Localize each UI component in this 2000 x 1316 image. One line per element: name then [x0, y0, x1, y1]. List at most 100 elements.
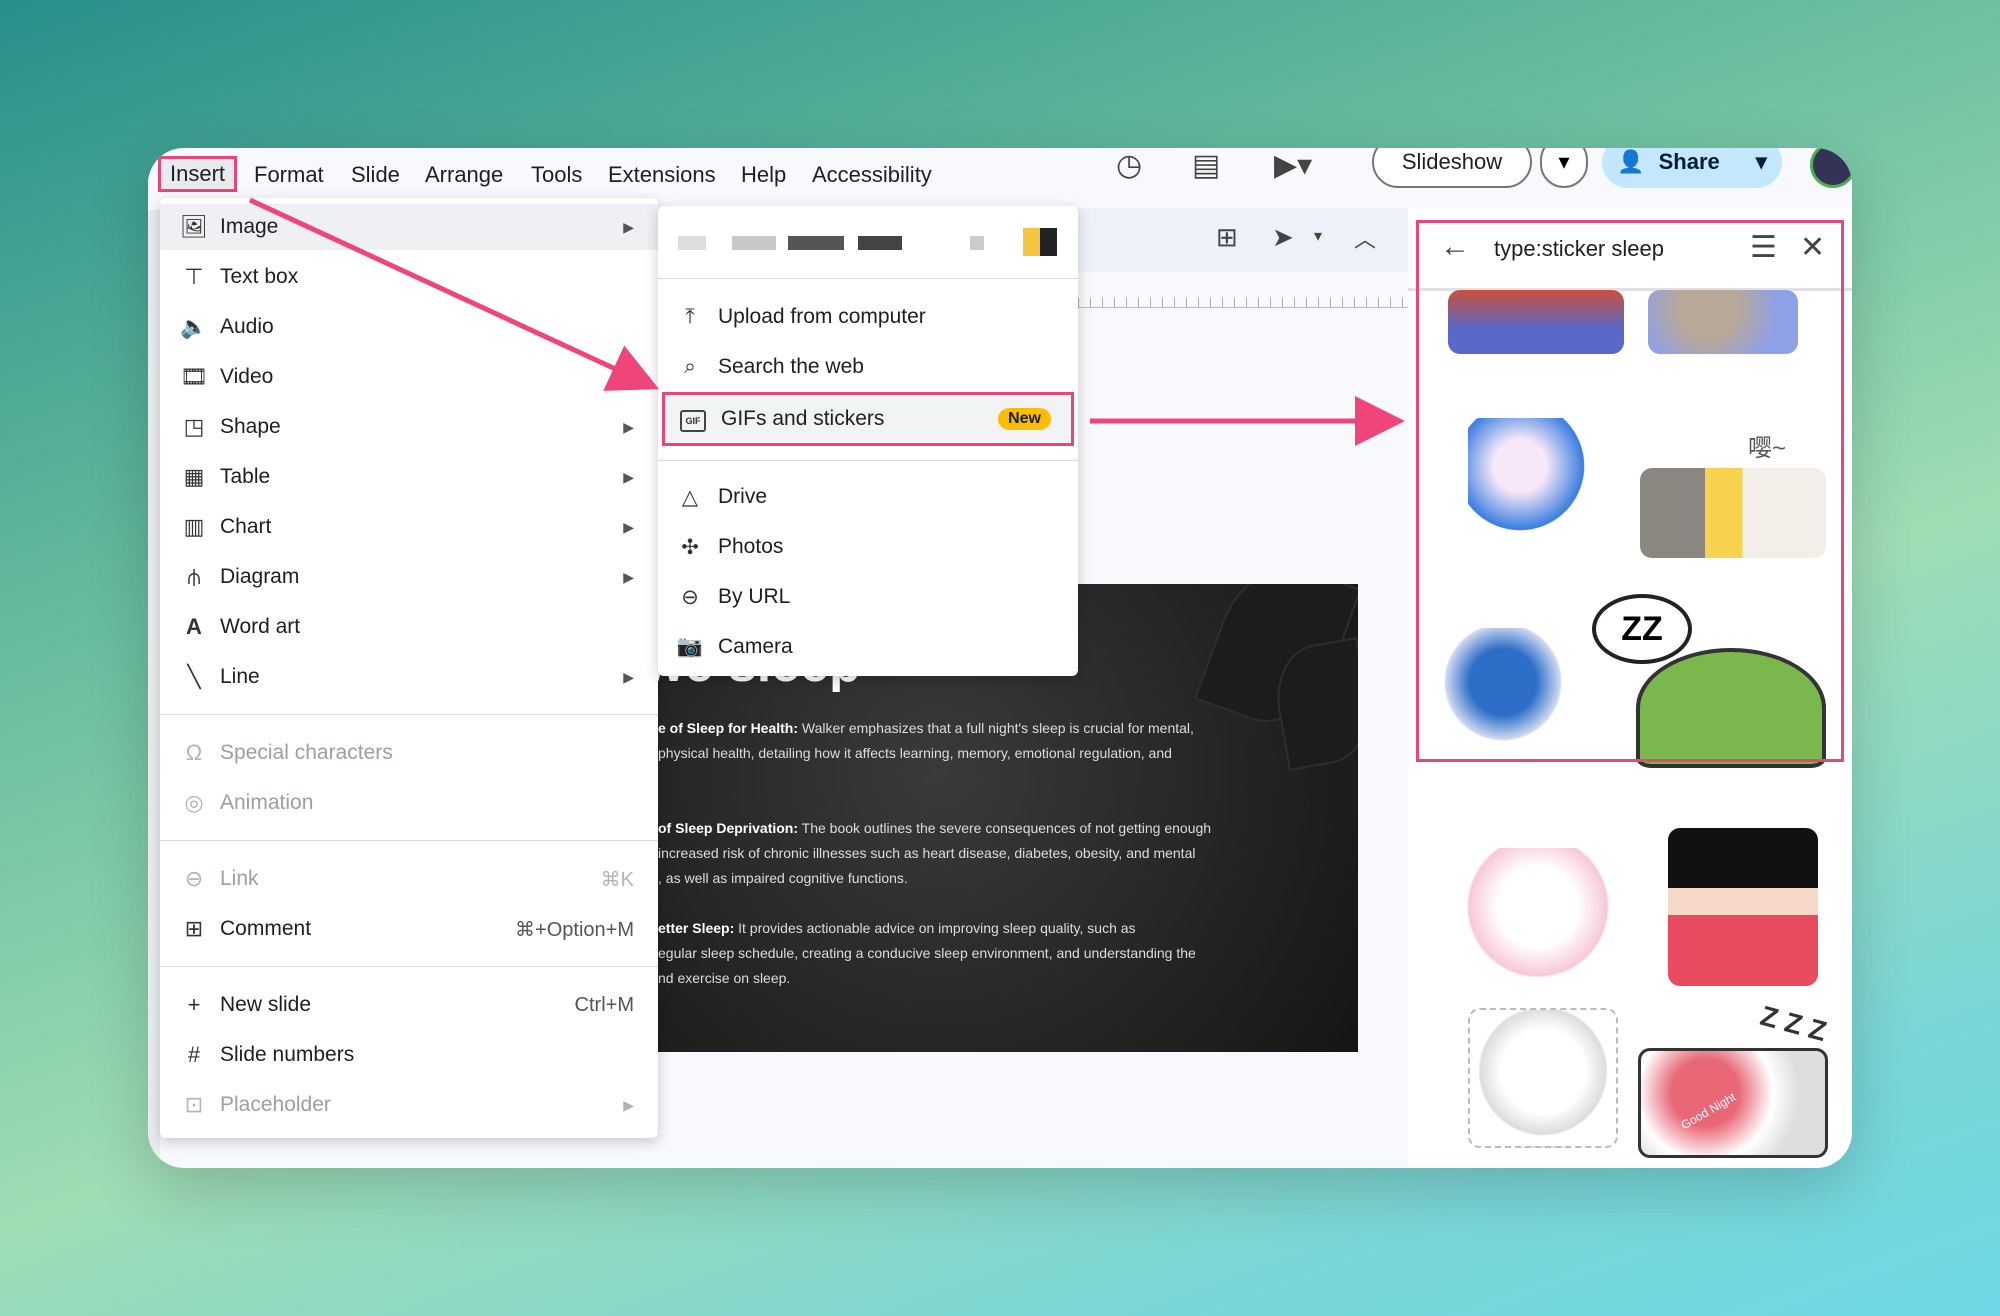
- link-icon: ⊖: [184, 866, 204, 891]
- recent-image-thumb[interactable]: [732, 236, 776, 250]
- app-window: Insert Format Slide Arrange Tools Extens…: [148, 148, 1852, 1168]
- menu-accessibility[interactable]: Accessibility: [812, 162, 932, 188]
- menu-item-line[interactable]: ╲ Line ▶: [160, 654, 658, 700]
- recent-image-thumb[interactable]: [1023, 228, 1057, 256]
- menu-item-comment[interactable]: ⊞ Comment ⌘+Option+M: [160, 906, 658, 952]
- menu-divider: [658, 278, 1078, 279]
- submenu-arrow-icon: ▶: [623, 518, 634, 535]
- gif-icon: GIF: [679, 406, 707, 432]
- collapse-toolbar-icon[interactable]: ︿: [1354, 222, 1376, 254]
- person-add-icon: 👤: [1617, 149, 1645, 174]
- meet-icon[interactable]: ▶▾: [1274, 148, 1312, 183]
- image-submenu: ⤒ Upload from computer ⌕ Search the web GI…: [658, 206, 1078, 676]
- upload-icon: ⤒: [685, 305, 695, 328]
- menu-divider: [160, 840, 658, 841]
- text-box-icon: ⊤: [184, 264, 204, 289]
- menu-item-animation[interactable]: ◎ Animation: [160, 780, 658, 826]
- share-button[interactable]: 👤 Share ▾: [1602, 148, 1782, 188]
- select-cursor-icon[interactable]: ➤: [1272, 222, 1294, 253]
- image-icon: 🖼: [180, 214, 208, 239]
- comment-icon: ⊞: [184, 916, 204, 941]
- submenu-arrow-icon: ▶: [623, 668, 634, 685]
- sticker-thumbnail[interactable]: [1448, 848, 1628, 978]
- chart-icon: ▥: [183, 514, 205, 539]
- history-icon[interactable]: ◷: [1116, 148, 1142, 183]
- insert-menu: 🖼 Image ▶ ⊤ Text box 🔈 Audio 🎞 Video ◳ Shape ▶ …: [160, 198, 658, 1138]
- filmstrip-edge: [148, 210, 160, 1168]
- menu-item-search-web[interactable]: ⌕ Search the web: [658, 344, 1078, 390]
- submenu-arrow-icon: ▶: [623, 218, 634, 235]
- submenu-arrow-icon: ▶: [623, 468, 634, 485]
- menu-item-gifs-stickers[interactable]: GIF GIFs and stickers New: [662, 392, 1074, 446]
- menu-item-shape[interactable]: ◳ Shape ▶: [160, 404, 658, 450]
- menu-item-new-slide[interactable]: + New slide Ctrl+M: [160, 982, 658, 1028]
- recent-image-thumb[interactable]: [858, 236, 902, 250]
- menu-item-drive[interactable]: △ Drive: [658, 474, 1078, 520]
- menu-item-image[interactable]: 🖼 Image ▶: [160, 204, 658, 250]
- menu-help[interactable]: Help: [741, 162, 786, 188]
- menu-item-audio[interactable]: 🔈 Audio: [160, 304, 658, 350]
- slide-paragraph: etter Sleep: It provides actionable advi…: [658, 920, 1196, 986]
- menu-item-placeholder[interactable]: ⊡ Placeholder ▶: [160, 1082, 658, 1128]
- recent-image-thumb[interactable]: [678, 236, 706, 250]
- highlight-box-stickers: [1416, 220, 1844, 762]
- recent-image-thumb[interactable]: [970, 236, 984, 250]
- recent-image-thumb[interactable]: [788, 236, 844, 250]
- new-badge: New: [998, 408, 1051, 430]
- plus-icon: +: [187, 992, 201, 1017]
- placeholder-icon: ⊡: [184, 1092, 204, 1117]
- menu-divider: [160, 966, 658, 967]
- chevron-down-icon: ▾: [1755, 149, 1767, 174]
- menu-extensions[interactable]: Extensions: [608, 162, 716, 188]
- submenu-arrow-icon: ▶: [623, 568, 634, 585]
- chevron-down-icon: ▾: [1558, 149, 1570, 174]
- menu-insert[interactable]: Insert: [158, 156, 238, 192]
- menu-divider: [658, 460, 1078, 461]
- menu-item-video[interactable]: 🎞 Video: [160, 354, 658, 400]
- shape-icon: ◳: [183, 414, 205, 439]
- drive-icon: △: [681, 485, 699, 509]
- comments-icon[interactable]: ▤: [1192, 148, 1220, 183]
- photos-icon: ✣: [681, 535, 699, 559]
- chevron-down-icon[interactable]: ▾: [1314, 226, 1322, 246]
- menu-item-by-url[interactable]: ⊖ By URL: [658, 574, 1078, 620]
- slide-paragraph: e of Sleep for Health: Walker emphasizes…: [658, 720, 1194, 761]
- menu-item-chart[interactable]: ▥ Chart ▶: [160, 504, 658, 550]
- video-icon: 🎞: [180, 364, 208, 389]
- recent-images-strip: [678, 228, 1058, 258]
- menu-item-word-art[interactable]: A Word art: [160, 604, 658, 650]
- menu-item-table[interactable]: ▦ Table ▶: [160, 454, 658, 500]
- diagram-icon: ⫛: [187, 564, 201, 589]
- table-icon: ▦: [183, 464, 205, 489]
- line-icon: ╲: [187, 664, 201, 689]
- submenu-arrow-icon: ▶: [623, 418, 634, 435]
- menu-item-upload[interactable]: ⤒ Upload from computer: [658, 294, 1078, 340]
- slideshow-button[interactable]: Slideshow: [1372, 148, 1532, 188]
- hash-icon: #: [187, 1042, 201, 1067]
- menu-arrange[interactable]: Arrange: [425, 162, 503, 188]
- menu-item-photos[interactable]: ✣ Photos: [658, 524, 1078, 570]
- menu-item-link[interactable]: ⊖ Link ⌘K: [160, 856, 658, 902]
- word-art-icon: A: [186, 614, 202, 639]
- avatar[interactable]: [1810, 148, 1852, 188]
- menu-item-camera[interactable]: 📷 Camera: [658, 624, 1078, 670]
- sticker-thumbnail[interactable]: [1468, 1008, 1618, 1148]
- menu-divider: [160, 714, 658, 715]
- audio-icon: 🔈: [180, 314, 208, 339]
- menu-item-diagram[interactable]: ⫛ Diagram ▶: [160, 554, 658, 600]
- menu-item-slide-numbers[interactable]: # Slide numbers: [160, 1032, 658, 1078]
- link-icon: ⊖: [681, 585, 699, 609]
- omega-icon: Ω: [185, 740, 203, 765]
- slideshow-dropdown[interactable]: ▾: [1540, 148, 1588, 188]
- menu-item-special-characters[interactable]: Ω Special characters: [160, 730, 658, 776]
- camera-icon: 📷: [676, 635, 704, 658]
- menu-item-text-box[interactable]: ⊤ Text box: [160, 254, 658, 300]
- menu-tools[interactable]: Tools: [531, 162, 582, 188]
- add-image-icon[interactable]: ⊞: [1216, 222, 1238, 253]
- sticker-thumbnail[interactable]: [1668, 828, 1818, 986]
- search-icon: ⌕: [684, 355, 696, 378]
- menu-format[interactable]: Format: [254, 162, 324, 188]
- submenu-arrow-icon: ▶: [623, 1096, 634, 1113]
- animation-icon: ◎: [184, 790, 204, 815]
- menu-slide[interactable]: Slide: [351, 162, 400, 188]
